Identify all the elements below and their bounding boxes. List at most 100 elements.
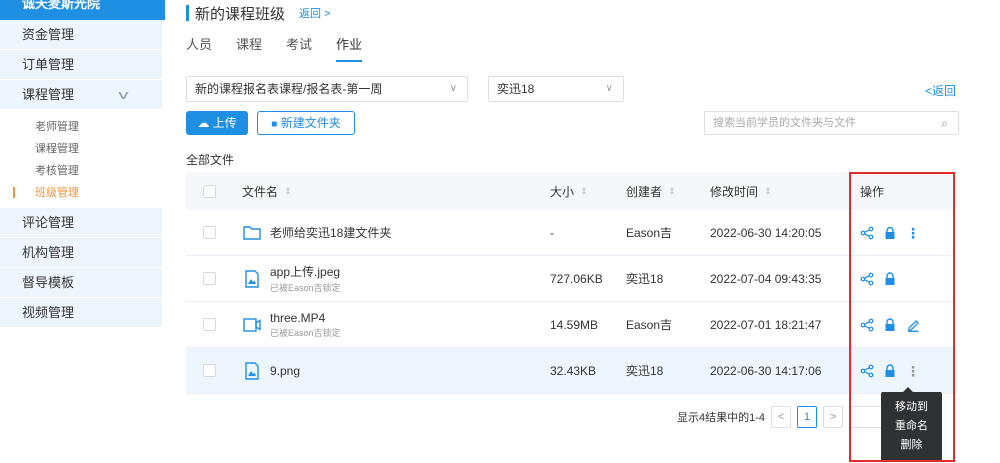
search-input[interactable]: 搜索当前学员的文件夹与文件 ⌕ <box>704 111 959 135</box>
sidebar-item-label: 视频管理 <box>22 305 75 320</box>
student-select[interactable]: 奕迅18 ∨ <box>488 76 624 102</box>
col-creator[interactable]: 创建者 ⇕ <box>626 172 676 210</box>
file-name[interactable]: 老师给奕迅18建文件夹 <box>270 224 391 241</box>
col-size[interactable]: 大小 ⇕ <box>550 172 588 210</box>
sidebar-item-courses[interactable]: 课程管理 ∨ <box>0 80 162 110</box>
file-modified: 2022-07-04 09:43:35 <box>710 271 822 286</box>
col-modified[interactable]: 修改时间 ⇕ <box>710 172 772 210</box>
tab-courses[interactable]: 课程 <box>236 36 262 62</box>
sidebar-item-label: 机构管理 <box>22 245 75 260</box>
sort-icon: ⇕ <box>580 185 588 196</box>
edit-icon[interactable] <box>906 318 920 332</box>
next-page-button[interactable]: > <box>823 406 844 428</box>
col-creator-label: 创建者 <box>626 184 663 199</box>
tab-exams[interactable]: 考试 <box>286 36 312 62</box>
title-accent-bar <box>186 5 189 21</box>
share-icon[interactable] <box>860 226 874 240</box>
sidebar-item-orders[interactable]: 订单管理 <box>0 50 162 80</box>
upload-button[interactable]: ☁ 上传 <box>186 111 248 135</box>
file-creator: Eason吉 <box>626 226 673 240</box>
video-file-icon <box>243 317 261 332</box>
lock-icon[interactable] <box>883 226 897 240</box>
sort-icon: ⇕ <box>764 185 772 196</box>
file-modified: 2022-06-30 14:17:06 <box>710 363 822 378</box>
sidebar-subitem-courses[interactable]: 课程管理 <box>0 138 165 160</box>
tab-bar: 人员 课程 考试 作业 <box>186 36 386 62</box>
upload-button-label: 上传 <box>212 116 237 130</box>
cloud-upload-icon: ☁ <box>197 116 210 130</box>
back-link[interactable]: 返回 > <box>299 5 330 21</box>
tab-homework[interactable]: 作业 <box>336 36 363 62</box>
search-placeholder: 搜索当前学员的文件夹与文件 <box>713 117 856 129</box>
table-row[interactable]: app上传.jpeg 已被Eason吉锁定 727.06KB 奕迅18 2022-… <box>186 256 956 302</box>
sidebar-item-comments[interactable]: 评论管理 <box>0 208 162 238</box>
row-checkbox[interactable] <box>203 272 216 285</box>
table-header: 文件名 ⇕ 大小 ⇕ 创建者 ⇕ 修改时间 ⇕ 操作 <box>186 172 956 210</box>
file-creator: 奕迅18 <box>626 364 664 378</box>
back-link-right[interactable]: <返回 <box>925 82 956 99</box>
sort-icon: ⇕ <box>284 185 292 196</box>
sidebar-subitem-assessment[interactable]: 考核管理 <box>0 160 165 182</box>
file-name[interactable]: three.MP4 <box>270 311 341 325</box>
main-content: 新的课程班级 返回 > 人员 课程 考试 作业 新的课程报名表课程/报名表-第一… <box>186 0 976 463</box>
col-size-label: 大小 <box>550 184 575 199</box>
table-row[interactable]: 老师给奕迅18建文件夹 - Eason吉 2022-06-30 14:20:05… <box>186 210 956 256</box>
sidebar-item-videos[interactable]: 视频管理 <box>0 298 162 328</box>
file-table: 文件名 ⇕ 大小 ⇕ 创建者 ⇕ 修改时间 ⇕ 操作 老师给奕迅18建文件夹 - Eas… <box>186 172 956 394</box>
file-name[interactable]: app上传.jpeg <box>270 263 341 280</box>
student-select-value: 奕迅18 <box>497 82 535 96</box>
lock-status: 已被Eason吉锁定 <box>270 327 341 338</box>
sidebar-item-supervision[interactable]: 督导模板 <box>0 268 162 298</box>
tab-members[interactable]: 人员 <box>186 36 212 62</box>
share-icon[interactable] <box>860 364 874 378</box>
col-name[interactable]: 文件名 ⇕ <box>242 172 292 210</box>
more-icon[interactable]: ⋮ <box>906 226 920 240</box>
col-modified-label: 修改时间 <box>710 184 759 199</box>
sidebar-item-institutions[interactable]: 机构管理 <box>0 238 162 268</box>
file-size: - <box>550 225 554 240</box>
pagination: 显示4结果中的1-4 < 1 > <box>677 406 910 428</box>
file-name[interactable]: 9.png <box>270 364 300 378</box>
sidebar-subitem-classes[interactable]: 班级管理 <box>0 182 165 204</box>
col-name-label: 文件名 <box>242 184 279 199</box>
sort-icon: ⇕ <box>668 185 676 196</box>
page-number-button[interactable]: 1 <box>797 406 818 428</box>
course-select[interactable]: 新的课程报名表课程/报名表-第一周 ∨ <box>186 76 468 102</box>
file-size: 14.59MB <box>550 317 599 332</box>
menu-item-move[interactable]: 移动到 <box>881 398 942 417</box>
new-folder-button[interactable]: ■ 新建文件夹 <box>257 111 355 135</box>
sidebar-item-funds[interactable]: 资金管理 <box>0 20 162 50</box>
share-icon[interactable] <box>860 272 874 286</box>
sidebar-subitem-teachers[interactable]: 老师管理 <box>0 116 165 138</box>
lock-status: 已被Eason吉锁定 <box>270 283 341 293</box>
select-all-checkbox[interactable] <box>203 184 216 198</box>
course-select-value: 新的课程报名表课程/报名表-第一周 <box>195 82 383 96</box>
page-header: 新的课程班级 返回 > <box>186 3 331 23</box>
menu-item-delete[interactable]: 删除 <box>881 436 942 455</box>
prev-page-button[interactable]: < <box>771 406 792 428</box>
col-actions-label: 操作 <box>860 184 885 199</box>
breadcrumb: 全部文件 <box>186 153 235 167</box>
row-checkbox[interactable] <box>203 364 216 377</box>
menu-item-rename[interactable]: 重命名 <box>881 417 942 436</box>
pagination-summary: 显示4结果中的1-4 <box>677 412 766 424</box>
sidebar-item-label: 资金管理 <box>22 27 75 42</box>
sidebar-submenu: 老师管理 课程管理 考核管理 班级管理 <box>0 110 165 208</box>
row-checkbox[interactable] <box>203 226 216 239</box>
new-folder-button-label: 新建文件夹 <box>280 116 341 130</box>
more-actions-menu: 移动到 重命名 删除 <box>881 387 942 462</box>
share-icon[interactable] <box>860 318 874 332</box>
lock-icon[interactable] <box>883 363 897 378</box>
table-row[interactable]: three.MP4 已被Eason吉锁定 14.59MB Eason吉 2022-… <box>186 302 956 348</box>
lock-icon[interactable] <box>883 317 897 332</box>
row-checkbox[interactable] <box>203 318 216 331</box>
more-icon[interactable]: ⋮ <box>906 364 920 378</box>
table-row[interactable]: 9.png 32.43KB 奕迅18 2022-06-30 14:17:06 ⋮ <box>186 348 956 394</box>
search-icon: ⌕ <box>941 116 948 130</box>
file-creator: Eason吉 <box>626 318 673 332</box>
page-title: 新的课程班级 <box>195 5 286 23</box>
image-file-icon <box>245 361 259 380</box>
file-size: 32.43KB <box>550 363 597 378</box>
lock-icon[interactable] <box>883 271 897 286</box>
sidebar-item-label: 课程管理 <box>22 87 75 102</box>
